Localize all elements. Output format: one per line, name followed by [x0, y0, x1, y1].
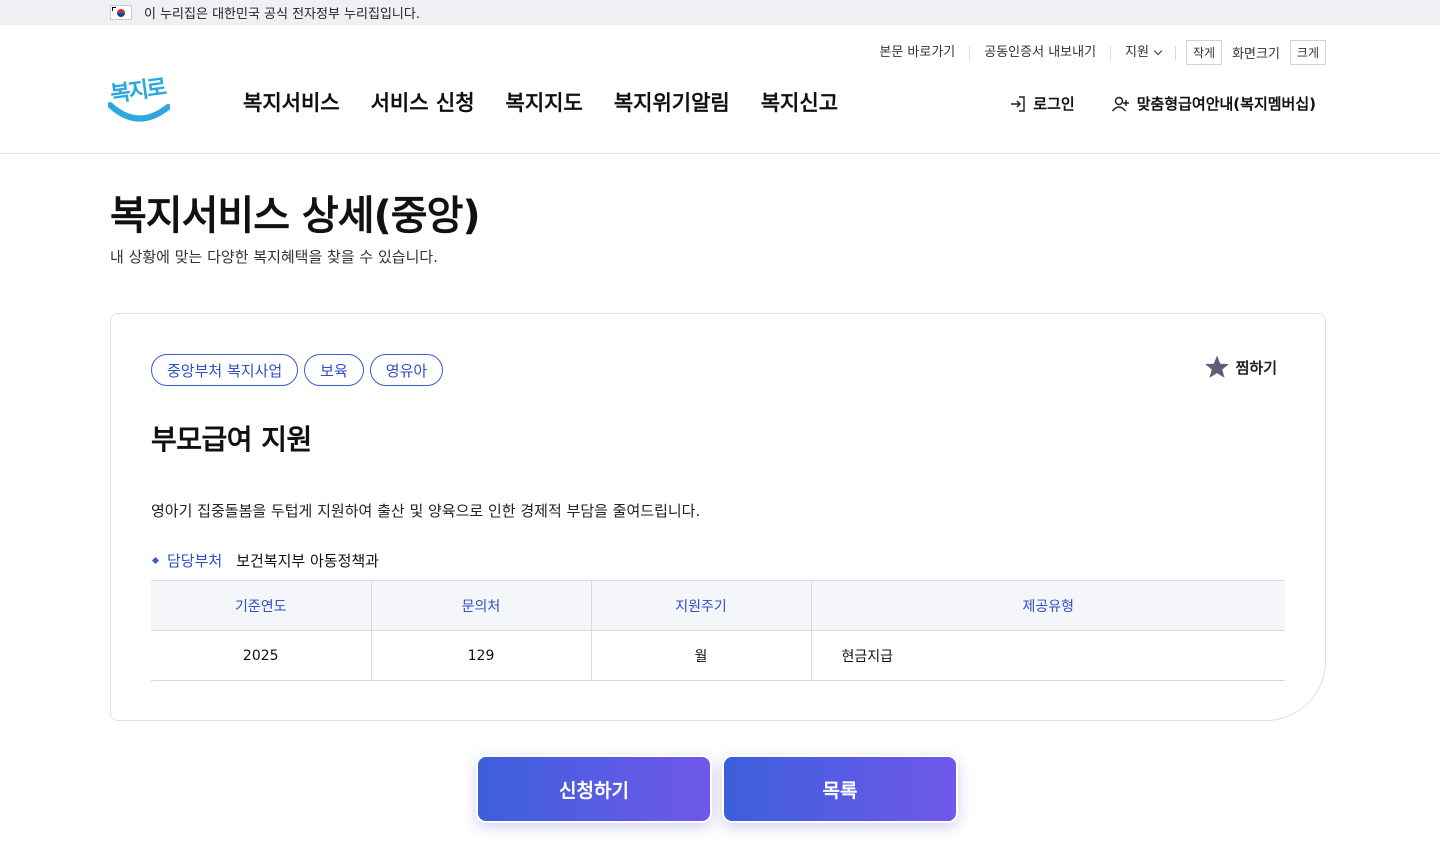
support-dropdown[interactable]: 지원: [1111, 44, 1176, 60]
tag-childcare[interactable]: 보육: [304, 354, 364, 386]
service-title: 부모급여 지원: [151, 423, 312, 456]
table-header-row: 기준연도 문의처 지원주기 제공유형: [151, 580, 1285, 631]
action-buttons: 신청하기 목록: [476, 755, 958, 823]
page-title: 복지서비스 상세(중앙): [110, 193, 481, 239]
nav-crisis-alert[interactable]: 복지위기알림: [614, 87, 730, 117]
support-dropdown-label: 지원: [1125, 44, 1149, 60]
nav-welfare-report[interactable]: 복지신고: [761, 87, 838, 117]
service-detail-card: 중앙부처 복지사업 보육 영유아 찜하기 부모급여 지원 영아기 집중돌봄을 두…: [110, 313, 1326, 721]
font-large-button[interactable]: 크게: [1289, 40, 1326, 65]
diamond-bullet-icon: [151, 556, 160, 565]
membership-label: 맞춤형급여안내(복지멤버십): [1136, 95, 1316, 113]
header-support-cycle: 지원주기: [591, 580, 812, 631]
gov-banner-text: 이 누리집은 대한민국 공식 전자정부 누리집입니다.: [144, 7, 420, 22]
favorite-button[interactable]: 찜하기: [1204, 354, 1277, 380]
chevron-down-icon: [1153, 46, 1163, 56]
header-provision-type: 제공유형: [811, 580, 1285, 631]
membership-link[interactable]: 맞춤형급여안내(복지멤버십): [1111, 93, 1316, 114]
apply-button[interactable]: 신청하기: [476, 755, 712, 823]
korea-flag-icon: [110, 5, 132, 20]
font-small-button[interactable]: 작게: [1185, 40, 1223, 65]
cell-support-cycle: 월: [591, 630, 812, 681]
certificate-export-link[interactable]: 공동인증서 내보내기: [970, 45, 1112, 60]
service-description: 영아기 집중돌봄을 두텁게 지원하여 출산 및 양육으로 인한 경제적 부담을 …: [151, 502, 701, 520]
nav-welfare-map[interactable]: 복지지도: [506, 87, 583, 117]
cell-provision-type: 현금지급: [811, 630, 1285, 681]
favorite-label: 찜하기: [1235, 358, 1277, 377]
login-icon: [1011, 95, 1026, 112]
utility-bar: 본문 바로가기 공동인증서 내보내기 지원 작게 화면크기 크게: [865, 40, 1326, 65]
header-base-year: 기준연도: [151, 580, 372, 631]
user-add-icon: [1111, 96, 1129, 111]
header-contact: 문의처: [371, 580, 592, 631]
department-label: 담당부처: [167, 552, 223, 570]
site-logo[interactable]: 복지로: [108, 73, 172, 127]
cell-base-year: 2025: [151, 630, 372, 681]
list-button[interactable]: 목록: [722, 755, 958, 823]
department-value: 보건복지부 아동정책과: [236, 552, 379, 570]
tag-central-ministry[interactable]: 중앙부처 복지사업: [151, 354, 299, 386]
font-size-label: 화면크기: [1232, 47, 1280, 62]
table-row: 2025 129 월 현금지급: [151, 630, 1285, 681]
service-tags: 중앙부처 복지사업 보육 영유아: [151, 354, 444, 386]
header-actions: 로그인 맞춤형급여안내(복지멤버십): [1009, 93, 1316, 114]
page-description: 내 상황에 맞는 다양한 복지혜택을 찾을 수 있습니다.: [110, 248, 438, 266]
logo-smile-icon: [108, 102, 170, 122]
main-nav: 복지서비스 서비스 신청 복지지도 복지위기알림 복지신고: [243, 87, 838, 117]
service-info-table: 기준연도 문의처 지원주기 제공유형 2025 129 월 현금지급: [151, 580, 1285, 681]
nav-welfare-services[interactable]: 복지서비스: [243, 87, 340, 117]
login-label: 로그인: [1033, 95, 1075, 113]
gov-banner-content: 이 누리집은 대한민국 공식 전자정부 누리집입니다.: [110, 0, 420, 25]
nav-service-apply[interactable]: 서비스 신청: [371, 87, 475, 117]
cell-contact: 129: [371, 630, 592, 681]
star-icon: [1204, 355, 1229, 378]
department-info: 담당부처 보건복지부 아동정책과: [151, 550, 379, 571]
site-header: 본문 바로가기 공동인증서 내보내기 지원 작게 화면크기 크게 복지로 복지서…: [0, 25, 1440, 154]
skip-to-content-link[interactable]: 본문 바로가기: [865, 45, 971, 60]
tag-infant[interactable]: 영유아: [369, 354, 444, 386]
login-link[interactable]: 로그인: [1009, 93, 1075, 114]
